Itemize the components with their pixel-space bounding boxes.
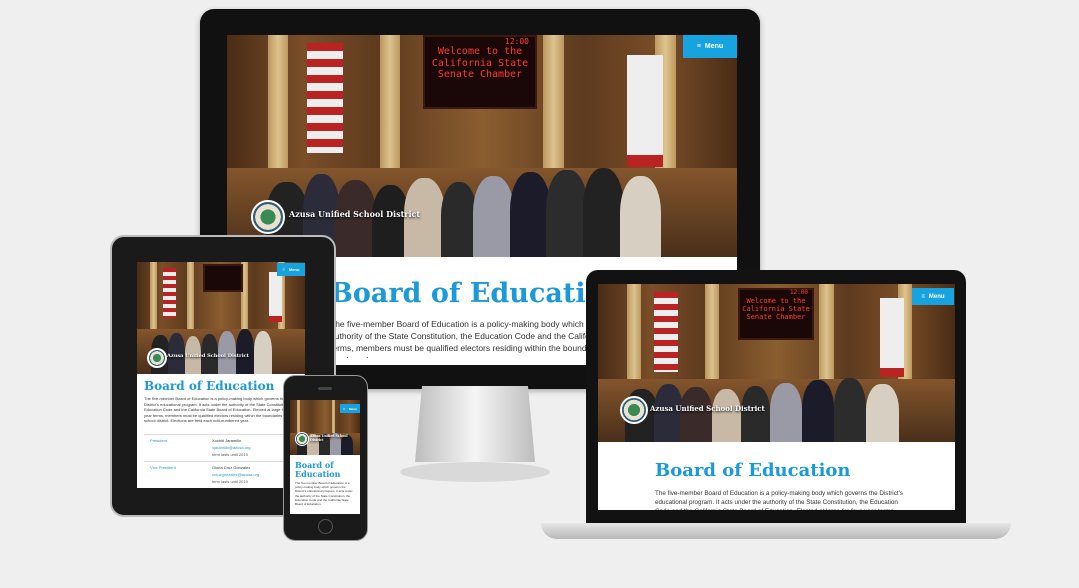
board-member-list: President Xochitl Jaramillo xjaramillo@a… <box>144 434 298 488</box>
member-term: term lasts until 2019 <box>212 479 248 484</box>
district-logo[interactable] <box>295 432 309 446</box>
hamburger-icon: ≡ <box>921 293 925 300</box>
page-title: Board of Education <box>144 379 275 393</box>
menu-button[interactable]: ≡ Menu <box>277 263 305 276</box>
menu-button[interactable]: ≡ Menu <box>340 404 360 413</box>
sign-line-2: Welcome to the <box>437 46 523 58</box>
intro-paragraph: The five-member Board of Education is a … <box>295 481 353 507</box>
phone-home-button <box>318 519 333 534</box>
intro-paragraph: The five-member Board of Education is a … <box>144 396 296 424</box>
us-flag-icon <box>307 43 343 153</box>
phone-speaker <box>318 387 332 390</box>
california-flag-icon <box>269 272 282 322</box>
sign-line-1: 12:00 <box>504 37 529 46</box>
us-flag-icon <box>654 292 678 372</box>
member-term: term lasts until 2019 <box>212 452 248 457</box>
hero-photo-laptop: 12:00 Welcome to the California State Se… <box>598 284 955 442</box>
member-name: Gloria Cruz Gonzalez <box>212 465 251 470</box>
group-of-people <box>145 320 296 374</box>
laptop-screen: 12:00 Welcome to the California State Se… <box>598 284 955 510</box>
brand-name[interactable]: Azusa Unified School District <box>650 404 765 413</box>
senate-sign-laptop: 12:00 Welcome to the California State Se… <box>738 288 814 340</box>
menu-button[interactable]: ≡ Menu <box>683 35 737 58</box>
page-title: Board of Education <box>295 460 341 479</box>
sign-line-4: Senate Chamber <box>437 69 523 81</box>
member-email-link[interactable]: ccruzgonzalez@azusa.org <box>212 472 259 477</box>
board-member-row: President Xochitl Jaramillo xjaramillo@a… <box>144 434 298 461</box>
tablet-screen: ≡ Menu Azusa Unified School District Boar… <box>137 262 305 488</box>
us-flag-icon <box>163 268 176 318</box>
hamburger-icon: ≡ <box>696 43 701 50</box>
sign-line-3: California State <box>431 57 529 69</box>
district-logo[interactable] <box>147 348 167 368</box>
phone-screen: ≡ Menu Azusa Unified School District Boar… <box>290 400 360 514</box>
page-title: Board of Education <box>330 278 624 309</box>
menu-button[interactable]: ≡ Menu <box>912 288 954 305</box>
senate-sign-tablet <box>203 264 243 292</box>
intro-paragraph: The five-member Board of Education is a … <box>655 490 903 510</box>
senate-sign: 12:00 Welcome to the California State Se… <box>423 35 537 109</box>
hero-photo: 12:00 Welcome to the California State Se… <box>227 35 737 257</box>
member-role: President <box>150 438 167 443</box>
hamburger-icon: ≡ <box>282 267 285 272</box>
california-flag-icon <box>880 298 904 377</box>
hamburger-icon: ≡ <box>343 406 345 411</box>
district-logo[interactable] <box>620 396 648 424</box>
brand-name[interactable]: Azusa Unified School District <box>310 434 356 442</box>
brand-name[interactable]: Azusa Unified School District <box>289 209 420 219</box>
brand-name[interactable]: Azusa Unified School District <box>167 353 249 359</box>
district-logo[interactable] <box>251 200 285 234</box>
member-email-link[interactable]: xjaramillo@azusa.org <box>212 445 251 450</box>
page-title: Board of Education <box>655 460 851 481</box>
monitor-stand <box>400 386 550 482</box>
laptop-base <box>541 523 1011 539</box>
member-name: Xochitl Jaramillo <box>212 438 242 443</box>
member-role: Vice President <box>150 465 176 470</box>
board-member-row: Vice President Gloria Cruz Gonzalez ccru… <box>144 461 298 488</box>
